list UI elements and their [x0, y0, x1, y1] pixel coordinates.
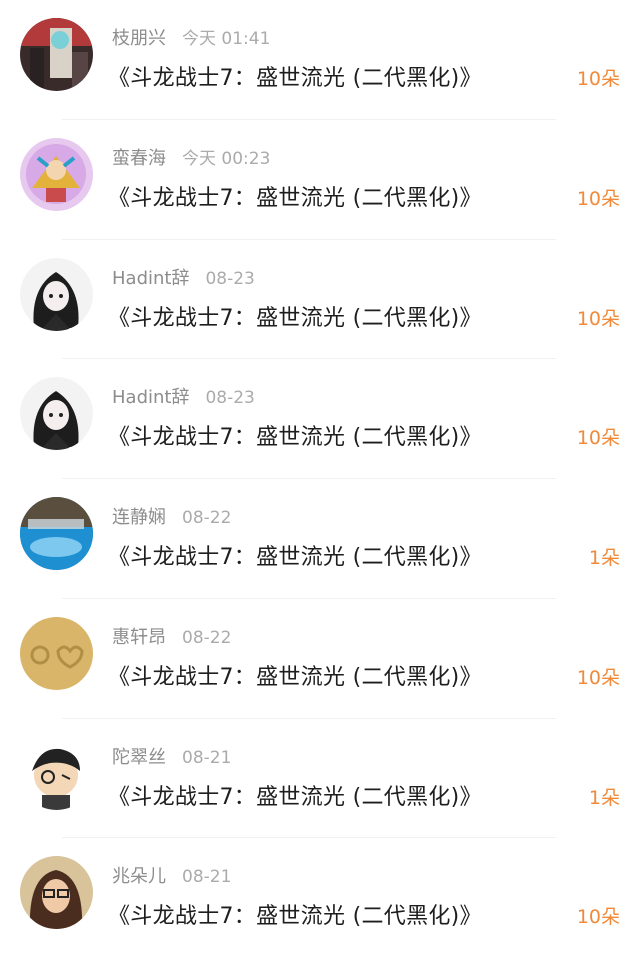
avatar-photo-girl-icon [20, 856, 93, 930]
username[interactable]: 兆朵儿 [112, 866, 166, 887]
flower-count: 10朵 [576, 187, 620, 210]
gift-meta: Hadint辞 08-23 [112, 383, 255, 409]
list-item[interactable]: 枝朋兴 今天 01:41 《斗龙战士7：盛世流光 (二代黑化)》 10朵 [0, 0, 640, 120]
avatar[interactable] [20, 497, 93, 570]
gift-meta: 蛮春海 今天 00:23 [112, 144, 270, 170]
timestamp: 今天 00:23 [182, 148, 271, 169]
gift-title[interactable]: 《斗龙战士7：盛世流光 (二代黑化)》 [108, 539, 482, 571]
list-item[interactable]: Hadint辞 08-23 《斗龙战士7：盛世流光 (二代黑化)》 10朵 [0, 240, 640, 360]
flower-count: 10朵 [576, 666, 620, 689]
timestamp: 08-23 [205, 268, 255, 289]
username[interactable]: 枝朋兴 [112, 28, 166, 49]
timestamp: 08-22 [182, 627, 232, 648]
avatar[interactable] [20, 856, 93, 930]
avatar[interactable] [20, 18, 93, 91]
avatar-photo-user-icon [20, 18, 93, 91]
username[interactable]: 连静娴 [112, 507, 166, 528]
list-item[interactable]: 陀翠丝 08-21 《斗龙战士7：盛世流光 (二代黑化)》 1朵 [0, 719, 640, 839]
avatar-anime-girl-icon [20, 377, 93, 451]
gift-meta: 连静娴 08-22 [112, 503, 231, 529]
timestamp: 08-21 [182, 747, 232, 768]
list-item[interactable]: 惠轩昂 08-22 《斗龙战士7：盛世流光 (二代黑化)》 10朵 [0, 599, 640, 719]
flower-count: 10朵 [576, 906, 620, 929]
timestamp: 08-22 [182, 508, 232, 528]
username[interactable]: Hadint辞 [112, 268, 189, 289]
timestamp: 08-21 [182, 867, 232, 888]
avatar[interactable] [20, 377, 93, 451]
gift-meta: Hadint辞 08-23 [112, 264, 255, 290]
list-item[interactable]: 连静娴 08-22 《斗龙战士7：盛世流光 (二代黑化)》 1朵 [0, 479, 640, 599]
gift-title[interactable]: 《斗龙战士7：盛世流光 (二代黑化)》 [108, 419, 482, 451]
username[interactable]: Hadint辞 [112, 387, 189, 408]
timestamp: 08-23 [205, 388, 255, 409]
gift-title[interactable]: 《斗龙战士7：盛世流光 (二代黑化)》 [108, 898, 482, 930]
gift-meta: 惠轩昂 08-22 [112, 623, 231, 649]
gift-title[interactable]: 《斗龙战士7：盛世流光 (二代黑化)》 [108, 779, 482, 811]
avatar[interactable] [20, 257, 93, 331]
username[interactable]: 惠轩昂 [112, 627, 166, 648]
flower-count: 10朵 [576, 427, 620, 450]
gift-meta: 枝朋兴 今天 01:41 [112, 24, 270, 50]
list-item[interactable]: Hadint辞 08-23 《斗龙战士7：盛世流光 (二代黑化)》 10朵 [0, 359, 640, 479]
flower-count: 1朵 [588, 786, 620, 809]
avatar-anime-girl-icon [20, 257, 93, 331]
avatar-cartoon-boy-icon [20, 736, 93, 810]
username[interactable]: 蛮春海 [112, 148, 166, 169]
list-item[interactable]: 兆朵儿 08-21 《斗龙战士7：盛世流光 (二代黑化)》 10朵 [0, 838, 640, 958]
gift-record-list: 枝朋兴 今天 01:41 《斗龙战士7：盛世流光 (二代黑化)》 10朵 蛮春海今… [0, 0, 640, 959]
gift-meta: 兆朵儿 08-21 [112, 862, 231, 888]
gift-title[interactable]: 《斗龙战士7：盛世流光 (二代黑化)》 [108, 659, 482, 691]
flower-count: 10朵 [576, 307, 620, 330]
avatar[interactable] [20, 616, 93, 690]
avatar[interactable] [20, 137, 93, 211]
avatar[interactable] [20, 736, 93, 810]
gift-title[interactable]: 《斗龙战士7：盛世流光 (二代黑化)》 [108, 180, 482, 212]
timestamp: 今天 01:41 [182, 29, 271, 49]
flower-count: 1朵 [588, 547, 620, 569]
gift-title[interactable]: 《斗龙战士7：盛世流光 (二代黑化)》 [108, 300, 482, 332]
gift-title[interactable]: 《斗龙战士7：盛世流光 (二代黑化)》 [108, 60, 482, 92]
avatar-dragon-character-icon [20, 137, 93, 211]
list-item[interactable]: 蛮春海 今天 00:23 《斗龙战士7：盛世流光 (二代黑化)》 10朵 [0, 120, 640, 240]
flower-count: 10朵 [576, 68, 620, 90]
avatar-sea-scene-icon [20, 497, 93, 570]
username[interactable]: 陀翠丝 [112, 747, 166, 768]
avatar-sand-love-icon [20, 616, 93, 690]
gift-meta: 陀翠丝 08-21 [112, 743, 231, 769]
